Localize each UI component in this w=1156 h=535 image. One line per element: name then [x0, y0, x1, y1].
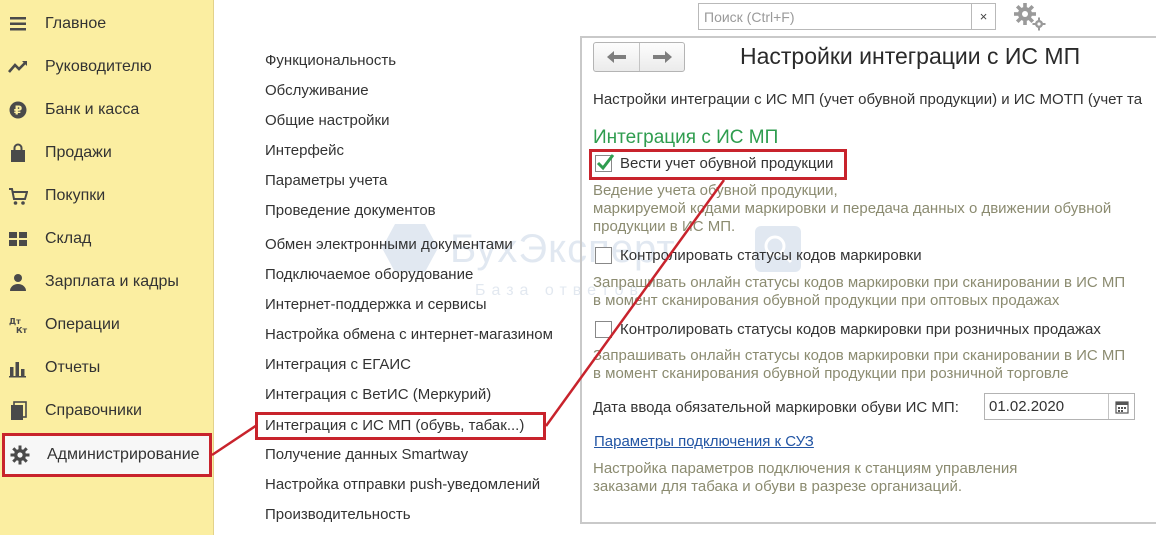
calendar-icon: [1114, 400, 1129, 414]
sidebar-item-operations[interactable]: Дт Кт Операции: [0, 303, 213, 346]
menu-item-general-settings[interactable]: Общие настройки: [265, 111, 390, 131]
sidebar-item-sales[interactable]: Продажи: [0, 131, 213, 174]
retail-statuses-hint-line-2: в момент сканирования обувной продукции …: [593, 365, 1069, 382]
sidebar-item-label: Зарплата и кадры: [45, 272, 179, 290]
calendar-button[interactable]: [1108, 394, 1134, 419]
arrow-right-icon: [653, 51, 672, 63]
footwear-hint-line-3: продукции в ИС МП.: [593, 218, 736, 235]
sidebar-item-reports[interactable]: Отчеты: [0, 346, 213, 389]
warehouse-grid-icon: [9, 231, 27, 246]
bar-chart-icon: [9, 361, 26, 377]
sidebar-item-salary[interactable]: Зарплата и кадры: [0, 260, 213, 303]
back-button[interactable]: [594, 43, 639, 71]
sidebar-item-label: Справочники: [45, 401, 142, 419]
menu-item-maintenance[interactable]: Обслуживание: [265, 81, 369, 101]
suz-connection-link[interactable]: Параметры подключения к СУЗ: [594, 433, 814, 450]
sidebar-item-warehouse[interactable]: Склад: [0, 217, 213, 260]
ruble-coin-icon: ₽: [9, 101, 27, 118]
date-label: Дата ввода обязательной маркировки обуви…: [593, 399, 959, 416]
form-title: Настройки интеграции с ИС МП: [740, 43, 1081, 69]
sidebar-item-label: Администрирование: [47, 446, 200, 463]
menu-item-egais[interactable]: Интеграция с ЕГАИС: [265, 355, 411, 375]
menu-item-vetis[interactable]: Интеграция с ВетИС (Меркурий): [265, 385, 491, 405]
menu-item-posting-documents[interactable]: Проведение документов: [265, 201, 436, 221]
sidebar-item-manager[interactable]: Руководителю: [0, 45, 213, 88]
sidebar-item-purchases[interactable]: Покупки: [0, 174, 213, 217]
footwear-hint-line-1: Ведение учета обувной продукции,: [593, 182, 838, 199]
checkmark-icon: [596, 154, 615, 171]
gear-icon: [10, 445, 30, 465]
menu-item-functionality[interactable]: Функциональность: [265, 51, 396, 71]
sidebar-item-main[interactable]: Главное: [0, 2, 213, 45]
settings-gear-icon[interactable]: [1012, 2, 1048, 32]
sidebar-item-label: Отчеты: [45, 358, 101, 376]
sidebar-item-label: Банк и касса: [45, 100, 140, 118]
menu-item-online-store-exchange[interactable]: Настройка обмена с интернет-магазином: [265, 325, 553, 345]
menu-item-connected-equipment[interactable]: Подключаемое оборудование: [265, 265, 473, 285]
suz-hint-line-2: заказами для табака и обуви в разрезе ор…: [593, 478, 963, 495]
control-statuses-hint-line-1: Запрашивать онлайн статусы кодов маркиро…: [593, 274, 1126, 291]
menu-item-interface[interactable]: Интерфейс: [265, 141, 344, 161]
forward-button[interactable]: [639, 43, 684, 71]
arrow-left-icon: [606, 51, 626, 63]
checkbox-footwear-accounting-label[interactable]: Вести учет обувной продукции: [620, 155, 833, 172]
sidebar: Главное Руководителю ₽ Банк и касса Прод…: [0, 0, 214, 535]
debit-credit-icon: ДтКт: [9, 317, 28, 335]
sidebar-item-directories[interactable]: Справочники: [0, 389, 213, 432]
form-description: Настройки интеграции с ИС МП (учет обувн…: [593, 91, 1143, 108]
menu-item-performance[interactable]: Производительность: [265, 505, 411, 525]
checkbox-control-statuses-label[interactable]: Контролировать статусы кодов маркировки: [620, 247, 922, 264]
sidebar-item-label: Главное: [45, 14, 107, 32]
svg-text:Дт: Дт: [9, 317, 21, 326]
books-icon: [11, 400, 27, 420]
menu-item-accounting-params[interactable]: Параметры учета: [265, 171, 387, 191]
svg-text:₽: ₽: [14, 103, 22, 117]
date-input[interactable]: [985, 394, 1109, 419]
shopping-bag-icon: [11, 143, 25, 162]
sidebar-item-label: Склад: [45, 229, 92, 247]
menu-item-internet-support[interactable]: Интернет-поддержка и сервисы: [265, 295, 487, 315]
form-panel: Настройки интеграции с ИС МП Настройки и…: [580, 36, 1156, 524]
trend-up-icon: [8, 60, 27, 73]
menu-lines-icon: [10, 16, 26, 30]
sidebar-item-label: Продажи: [45, 143, 112, 161]
menu-item-smartway[interactable]: Получение данных Smartway: [265, 445, 468, 465]
menu-item-is-mp[interactable]: Интеграция с ИС МП (обувь, табак...): [265, 416, 524, 436]
menu-item-edi-exchange[interactable]: Обмен электронными документами: [265, 235, 513, 255]
checkbox-control-retail-statuses-label[interactable]: Контролировать статусы кодов маркировки …: [620, 321, 1101, 338]
date-field: [984, 393, 1135, 420]
sidebar-item-bank[interactable]: ₽ Банк и касса: [0, 88, 213, 131]
navigation-buttons: [593, 42, 685, 72]
menu-item-push-notifications[interactable]: Настройка отправки push-уведомлений: [265, 475, 540, 495]
section-heading: Интеграция с ИС МП: [593, 127, 779, 148]
sidebar-item-label: Операции: [45, 315, 120, 333]
connector-line-sidebar: [211, 423, 258, 457]
checkbox-control-retail-statuses[interactable]: [595, 321, 612, 338]
search-clear-button[interactable]: ×: [971, 4, 995, 29]
cart-icon: [9, 187, 28, 205]
sidebar-item-label: Руководителю: [45, 57, 152, 75]
footwear-hint-line-2: маркируемой кодами маркировки и передача…: [593, 200, 1112, 217]
sidebar-item-administration[interactable]: Администрирование: [2, 433, 212, 477]
sidebar-item-label: Покупки: [45, 186, 106, 204]
checkbox-footwear-accounting[interactable]: [595, 154, 615, 172]
control-statuses-hint-line-2: в момент сканирования обувной продукции …: [593, 292, 1060, 309]
retail-statuses-hint-line-1: Запрашивать онлайн статусы кодов маркиро…: [593, 347, 1126, 364]
checkbox-control-statuses[interactable]: [595, 247, 612, 264]
search-input[interactable]: [699, 4, 971, 29]
suz-hint-line-1: Настройка параметров подключения к станц…: [593, 460, 1018, 477]
person-icon: [10, 273, 26, 291]
close-icon: ×: [979, 9, 988, 24]
search-box: ×: [698, 3, 996, 30]
svg-text:Кт: Кт: [16, 326, 28, 335]
